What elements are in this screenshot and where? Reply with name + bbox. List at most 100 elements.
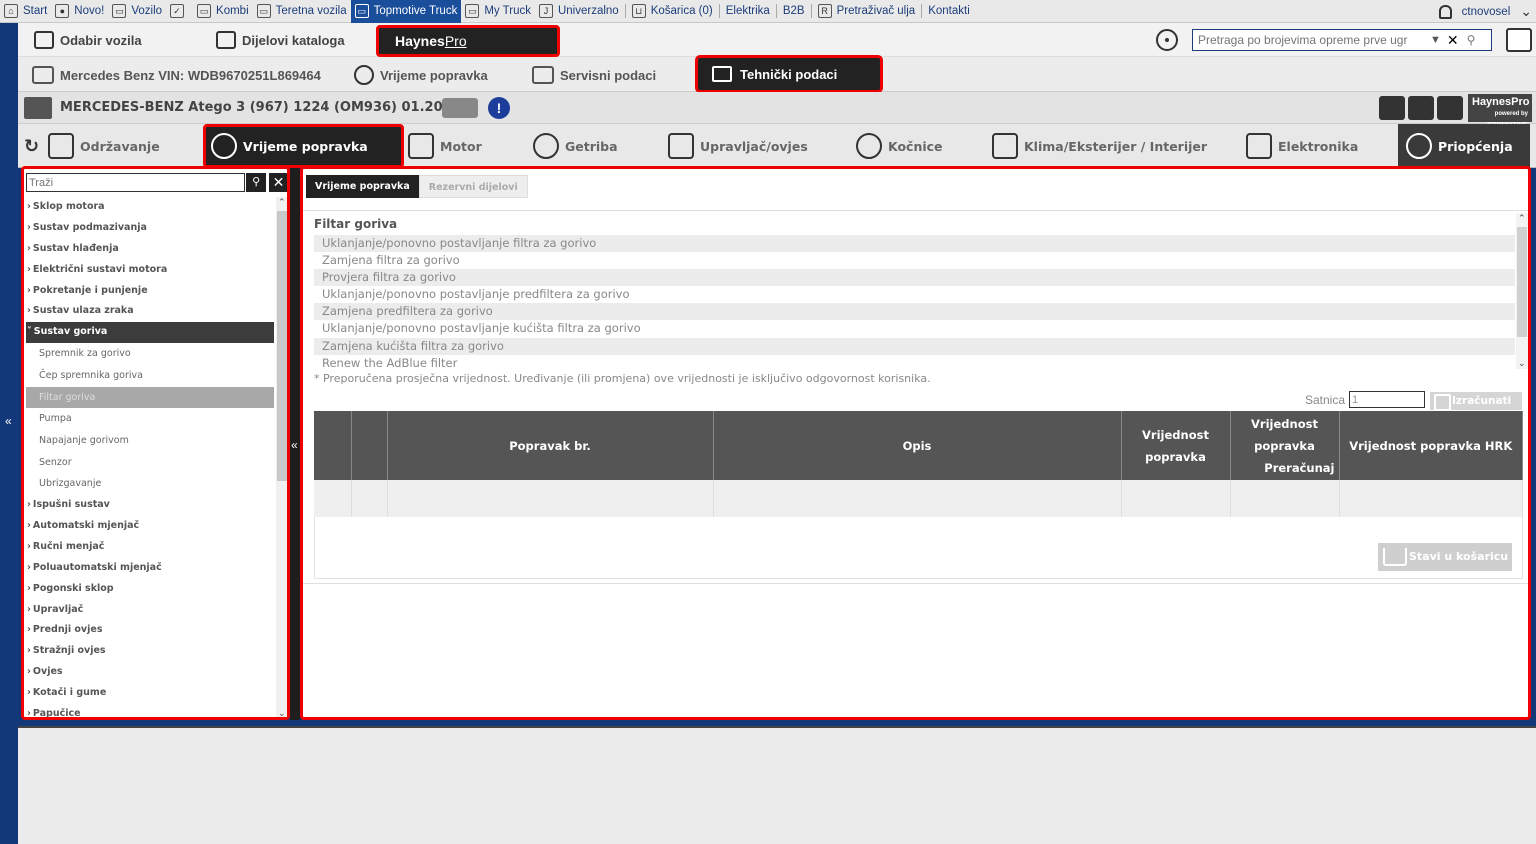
tree-node[interactable]: › Automatski mjenjač	[26, 516, 274, 537]
operation-item[interactable]: Zamjena predfiltera za gorivo	[314, 303, 1515, 321]
refresh-icon[interactable]: ↻	[24, 136, 39, 157]
message-icon[interactable]	[1379, 96, 1405, 120]
nav-item-12[interactable]: R Pretraživač ulja	[814, 0, 920, 23]
tree-node[interactable]: ˅ Sustav goriva	[26, 322, 274, 344]
nav-item-13[interactable]: Kontakti	[924, 0, 974, 23]
crosshair-icon[interactable]	[1156, 29, 1178, 51]
tab-maintenance[interactable]: Održavanje	[48, 124, 198, 168]
nav-item-10[interactable]: Elektrika	[722, 0, 774, 23]
tree-node[interactable]: › Pogonski sklop	[26, 579, 274, 600]
scroll-up-icon[interactable]: ⌃	[278, 197, 286, 208]
operation-item[interactable]: Uklanjanje/ponovno postavljanje predfilt…	[314, 286, 1515, 303]
print-icon[interactable]	[1408, 96, 1434, 120]
vin-tab[interactable]: Mercedes Benz VIN: WDB9670251L869464	[32, 62, 321, 88]
operation-item[interactable]: Zamjena filtra za gorivo	[314, 252, 1515, 269]
truck-search-icon[interactable]	[442, 98, 478, 118]
service-data-tab[interactable]: Servisni podaci	[532, 62, 656, 88]
tree-node[interactable]: › Sustav ulaza zraka	[26, 301, 274, 322]
chevron-down-icon[interactable]: ▼	[1430, 34, 1441, 46]
tab-brakes[interactable]: Kočnice	[856, 124, 986, 168]
clear-icon[interactable]: ✕	[1447, 32, 1459, 49]
equipment-search-input[interactable]	[1193, 33, 1428, 47]
repair-time-tab[interactable]: Vrijeme popravka	[354, 62, 488, 88]
nav-item-7[interactable]: ▭ My Truck	[461, 0, 535, 23]
tree-node[interactable]: › Stražnji ovjes	[26, 641, 274, 662]
technical-data-tab[interactable]: Tehnički podaci	[695, 55, 883, 93]
tree-node[interactable]: › Kotači i gume	[26, 683, 274, 704]
close-icon[interactable]: ✕	[269, 173, 287, 192]
description-header[interactable]: Opis	[713, 411, 1122, 480]
tree-node[interactable]: › Ovjes	[26, 662, 274, 683]
tree-leaf[interactable]: Spremnik za gorivo	[26, 343, 274, 365]
car-search-icon[interactable]	[24, 97, 52, 119]
tab-gearbox[interactable]: Getriba	[533, 124, 663, 168]
operation-list-scrollbar[interactable]: ⌃ ⌄	[1516, 213, 1528, 369]
tree-leaf[interactable]: Senzor	[26, 452, 274, 474]
nav-item-9[interactable]: ⊔ Košarica (0)	[628, 0, 717, 23]
tree-node[interactable]: › Sklop motora	[26, 197, 274, 218]
chevron-down-icon[interactable]: ⌄	[1520, 3, 1532, 20]
tree-leaf[interactable]: Filtar goriva	[26, 386, 274, 409]
nav-item-8[interactable]: J Univerzalno	[535, 0, 623, 23]
collapse-left-icon[interactable]: «	[291, 438, 298, 452]
collapse-left-icon[interactable]: «	[5, 414, 12, 428]
tree-scrollbar[interactable]: ⌃ ⌄	[276, 197, 287, 717]
nav-item-4[interactable]: ▭ Kombi	[193, 0, 253, 23]
haynespro-tab[interactable]: Haynes Pro	[376, 25, 560, 57]
add-to-cart-button[interactable]: Stavi u košaricu	[1378, 543, 1512, 571]
nav-item-3[interactable]: ✓	[166, 0, 193, 23]
scroll-down-icon[interactable]: ⌄	[278, 708, 286, 717]
tree-node[interactable]: › Sustav podmazivanja	[26, 218, 274, 239]
tree-node[interactable]: › Poluautomatski mjenjač	[26, 558, 274, 579]
search-icon[interactable]: ⚲	[1467, 33, 1476, 47]
operation-item[interactable]: Zamjena kućišta filtra za gorivo	[314, 337, 1515, 355]
operation-item[interactable]: Uklanjanje/ponovno postavljanje kućišta …	[314, 320, 1515, 337]
tree-node[interactable]: › Prednji ovjes	[26, 620, 274, 641]
tree-leaf[interactable]: Pumpa	[26, 408, 274, 430]
operation-item[interactable]: Uklanjanje/ponovno postavljanje filtra z…	[314, 235, 1515, 253]
scroll-down-icon[interactable]: ⌄	[1518, 358, 1526, 369]
tree-node[interactable]: › Papučice	[26, 704, 274, 717]
hourly-rate-input[interactable]	[1349, 391, 1426, 408]
vehicle-select-tab[interactable]: Odabir vozila	[34, 27, 142, 53]
catalog-parts-tab[interactable]: Dijelovi kataloga	[216, 27, 345, 53]
nav-item-0[interactable]: ⌂ Start	[0, 0, 51, 23]
operation-item[interactable]: Renew the AdBlue filter	[314, 355, 1515, 372]
panel-splitter[interactable]: «	[290, 168, 300, 720]
tree-leaf[interactable]: Napajanje gorivom	[26, 430, 274, 452]
tree-node[interactable]: › Pokretanje i punjenje	[26, 281, 274, 302]
repair-no-header[interactable]: Popravak br.	[387, 411, 714, 480]
repair-value-header[interactable]: Vrijednost popravka	[1121, 411, 1231, 480]
nav-item-6[interactable]: ▭ Topmotive Truck	[350, 0, 462, 23]
search-icon[interactable]: ⚲	[246, 173, 267, 192]
tab-electronics[interactable]: Elektronika	[1246, 124, 1396, 168]
info-icon[interactable]: !	[488, 97, 510, 119]
user-menu[interactable]: ctnovosel ⌄	[1438, 0, 1532, 23]
tree-leaf[interactable]: Ubrizgavanje	[26, 473, 274, 495]
nav-item-5[interactable]: ▭ Teretna vozila	[253, 0, 351, 23]
tree-leaf[interactable]: Čep spremnika goriva	[26, 365, 274, 387]
value-hrk-header[interactable]: Vrijednost popravka HRK	[1339, 411, 1523, 480]
converted-value-header[interactable]: Vrijednost popravka Preračunaj	[1230, 411, 1340, 480]
left-collapse-strip[interactable]: «	[0, 0, 18, 844]
scrollbar-thumb[interactable]	[277, 211, 287, 481]
operation-item[interactable]: Provjera filtra za gorivo	[314, 269, 1515, 287]
tab-steering-suspension[interactable]: Upravljač/ovjes	[668, 124, 848, 168]
nav-item-1[interactable]: ● Novo!	[51, 0, 108, 23]
tree-node[interactable]: › Ispušni sustav	[26, 495, 274, 516]
scrollbar-thumb[interactable]	[1517, 227, 1527, 337]
calculate-button[interactable]: Izračunati	[1430, 392, 1522, 411]
tree-search-input[interactable]	[26, 173, 246, 192]
tree-node[interactable]: › Upravljač	[26, 600, 274, 621]
qr-search-icon[interactable]	[1437, 96, 1463, 120]
tab-engine[interactable]: Motor	[408, 124, 528, 168]
tab-repair-time[interactable]: Vrijeme popravka	[203, 124, 404, 168]
tab-climate-exterior-interior[interactable]: Klima/Eksterijer / Interijer	[992, 124, 1242, 168]
tab-announcements[interactable]: Priopćenja	[1398, 124, 1530, 168]
tab-spare-parts[interactable]: Rezervni dijelovi	[418, 175, 528, 198]
scroll-up-icon[interactable]: ⌃	[1518, 213, 1526, 224]
tab-repair-time-sub[interactable]: Vrijeme popravka	[306, 175, 419, 198]
tree-node[interactable]: › Sustav hlađenja	[26, 239, 274, 260]
tree-node[interactable]: › Ručni menjač	[26, 537, 274, 558]
nav-item-2[interactable]: ▭ Vozilo	[108, 0, 166, 23]
